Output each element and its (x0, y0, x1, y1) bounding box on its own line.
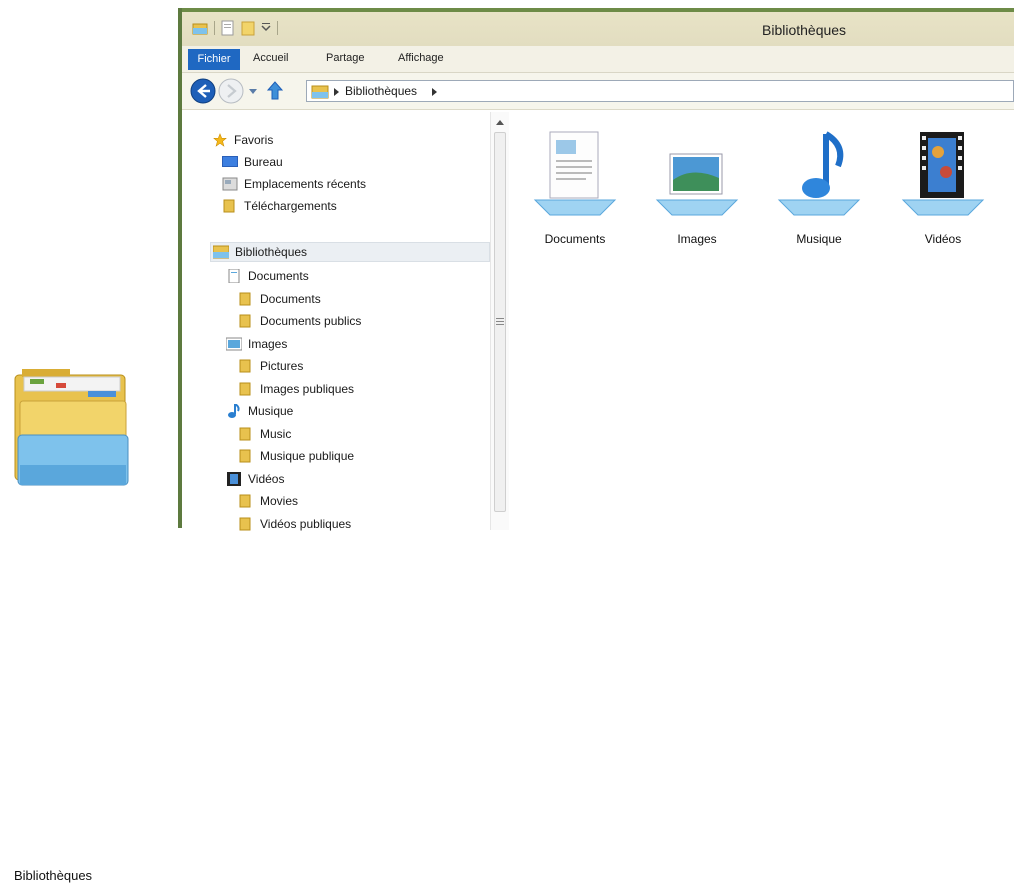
folder-icon (239, 382, 251, 396)
ribbon-tabs: Fichier Accueil Partage Affichage (182, 46, 1014, 73)
nav-label: Musique publique (260, 449, 355, 463)
nav-label: Favoris (234, 133, 274, 147)
nav-library-images[interactable]: Images (226, 334, 287, 354)
images-library-icon (655, 153, 739, 216)
downloads-folder-icon (223, 199, 235, 213)
nav-item-downloads[interactable]: Téléchargements (222, 196, 337, 216)
nav-item-documents[interactable]: Documents (238, 289, 321, 309)
nav-item-desktop[interactable]: Bureau (222, 152, 283, 172)
desktop-libraries-shortcut[interactable]: Bibliothèques (0, 365, 140, 883)
nav-library-music[interactable]: Musique (226, 401, 293, 421)
chevron-down-icon[interactable] (261, 22, 271, 34)
toolbar-separator (277, 21, 278, 35)
nav-library-documents[interactable]: Documents (226, 266, 309, 286)
grip-icon (496, 318, 504, 325)
library-label: Musique (796, 232, 842, 246)
quick-access-toolbar (192, 20, 278, 36)
desktop-icon-label: Bibliothèques (14, 868, 93, 883)
toolbar-separator (214, 21, 215, 35)
tab-file[interactable]: Fichier (188, 49, 240, 70)
address-bar-row: Bibliothèques (182, 73, 1014, 110)
title-bar[interactable]: Bibliothèques (182, 8, 1014, 46)
address-field[interactable]: Bibliothèques (306, 80, 1014, 102)
folder-icon (239, 517, 251, 531)
music-icon (228, 404, 240, 418)
desktop-icon (222, 156, 238, 167)
nav-label: Documents publics (260, 314, 362, 328)
forward-button[interactable] (218, 78, 244, 104)
nav-label: Pictures (260, 359, 304, 373)
nav-label: Téléchargements (244, 199, 337, 213)
library-label: Images (677, 232, 717, 246)
nav-label: Vidéos (248, 472, 285, 486)
nav-label: Musique (248, 404, 294, 418)
star-icon (213, 133, 227, 147)
navigation-pane: Favoris Bureau Emplacements récents Télé… (182, 110, 492, 531)
up-arrow-icon[interactable] (266, 81, 284, 101)
explorer-window: Bibliothèques Fichier Accueil Partage Af… (178, 8, 1014, 531)
videos-icon (227, 472, 241, 486)
nav-item-movies[interactable]: Movies (238, 491, 298, 511)
content-pane: Documents Images Musique Vidéos (510, 110, 1014, 530)
scroll-up-arrow-icon[interactable] (494, 118, 506, 128)
nav-label: Bibliothèques (235, 245, 308, 259)
nav-item-public-documents[interactable]: Documents publics (238, 311, 361, 331)
nav-item-music[interactable]: Music (238, 424, 291, 444)
navigation-scrollbar[interactable] (490, 112, 509, 530)
nav-favorites[interactable]: Favoris (212, 130, 273, 150)
nav-item-public-videos[interactable]: Vidéos publiques (238, 514, 351, 534)
folder-icon (239, 449, 251, 463)
nav-item-public-images[interactable]: Images publiques (238, 379, 354, 399)
nav-library-videos[interactable]: Vidéos (226, 469, 284, 489)
libraries-icon (213, 245, 229, 259)
nav-item-public-music[interactable]: Musique publique (238, 446, 354, 466)
library-label: Vidéos (924, 232, 962, 246)
nav-label: Images publiques (260, 382, 355, 396)
breadcrumb-arrow-icon[interactable] (431, 87, 439, 97)
libraries-folder-icon (14, 369, 129, 486)
window-title: Bibliothèques (762, 22, 847, 38)
scrollbar-thumb[interactable] (494, 132, 506, 512)
nav-label: Emplacements récents (244, 177, 367, 191)
nav-label: Documents (260, 292, 321, 306)
libraries-icon (311, 85, 329, 99)
documents-library-icon (533, 131, 617, 216)
folder-icon (239, 314, 251, 328)
music-library-icon (777, 131, 861, 216)
back-button[interactable] (190, 78, 216, 104)
recent-locations-chevron-icon[interactable] (248, 87, 258, 97)
folder-icon[interactable] (192, 21, 208, 35)
new-folder-icon[interactable] (241, 20, 255, 36)
nav-label: Movies (260, 494, 299, 508)
nav-label: Vidéos publiques (260, 517, 352, 531)
nav-item-recent-places[interactable]: Emplacements récents (222, 174, 366, 194)
breadcrumb-arrow-icon[interactable] (333, 87, 341, 97)
folder-icon (239, 427, 251, 441)
breadcrumb-libraries[interactable]: Bibliothèques (345, 84, 417, 98)
nav-label: Documents (248, 269, 309, 283)
nav-libraries[interactable]: Bibliothèques (210, 242, 490, 262)
nav-item-pictures[interactable]: Pictures (238, 356, 303, 376)
tab-share[interactable]: Partage (326, 52, 365, 64)
recent-places-icon (222, 177, 238, 191)
properties-icon[interactable] (221, 20, 235, 36)
documents-icon (228, 269, 240, 283)
library-label: Documents (544, 232, 606, 246)
nav-label: Bureau (244, 155, 283, 169)
folder-icon (239, 292, 251, 306)
videos-library-icon (901, 132, 985, 216)
images-icon (226, 337, 242, 351)
folder-icon (239, 359, 251, 373)
folder-icon (239, 494, 251, 508)
tab-view[interactable]: Affichage (398, 52, 444, 64)
nav-label: Images (248, 337, 288, 351)
nav-label: Music (260, 427, 292, 441)
tab-home[interactable]: Accueil (253, 52, 288, 64)
